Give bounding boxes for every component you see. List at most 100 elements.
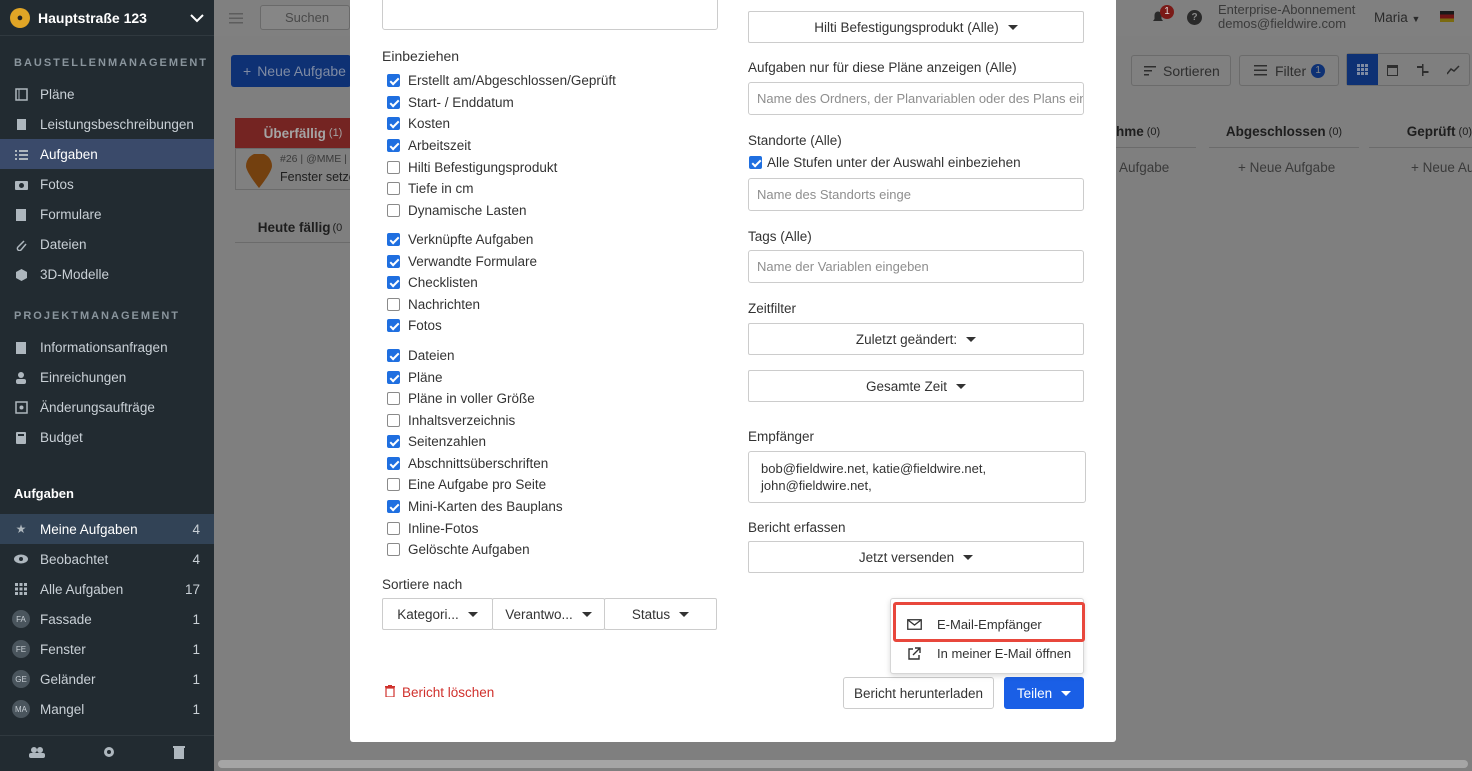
new-task-button[interactable]: + Neue Aufgabe (231, 55, 351, 87)
checkbox-costs[interactable]: Kosten (387, 116, 450, 131)
checkbox[interactable] (387, 276, 400, 289)
horizontal-scrollbar[interactable] (218, 760, 1468, 768)
sort-select-status[interactable]: Status (604, 598, 717, 630)
sidebar-item-category-fassade[interactable]: FA Fassade 1 (0, 604, 214, 634)
sidebar-item-watched[interactable]: Beobachtet 4 (0, 544, 214, 574)
checkbox-one-task-per-page[interactable]: Eine Aufgabe pro Seite (387, 477, 546, 492)
sidebar-item-submittals[interactable]: Einreichungen (0, 362, 214, 392)
user-menu[interactable]: Maria ▼ (1374, 10, 1420, 25)
hilti-product-dropdown[interactable]: Hilti Befestigungsprodukt (Alle) (748, 11, 1084, 43)
checkbox-dynamic-loads[interactable]: Dynamische Lasten (387, 203, 527, 218)
checkbox[interactable] (387, 161, 400, 174)
location-input[interactable]: Name des Standorts einge (748, 178, 1084, 211)
checkbox-mini-maps[interactable]: Mini-Karten des Bauplans (387, 499, 563, 514)
sort-select-assignee[interactable]: Verantwo... (492, 598, 605, 630)
new-task-link[interactable]: Aufgabe (1119, 160, 1169, 175)
calendar-view-icon[interactable] (1378, 54, 1409, 85)
checkbox[interactable] (387, 204, 400, 217)
sidebar-item-rfi[interactable]: Informationsanfragen (0, 332, 214, 362)
sort-button[interactable]: Sortieren (1131, 55, 1231, 86)
checkbox-deleted-tasks[interactable]: Gelöschte Aufgaben (387, 542, 530, 557)
checkbox-plans[interactable]: Pläne (387, 370, 443, 385)
sidebar-item-files[interactable]: Dateien (0, 229, 214, 259)
checkbox[interactable] (387, 349, 400, 362)
checkbox[interactable] (387, 371, 400, 384)
time-filter-type-dropdown[interactable]: Zuletzt geändert: (748, 323, 1084, 355)
menu-item-open-in-email[interactable]: In meiner E-Mail öffnen (891, 639, 1083, 667)
trash-icon[interactable] (173, 745, 186, 762)
checkbox-work-time[interactable]: Arbeitszeit (387, 138, 471, 153)
checkbox[interactable] (387, 117, 400, 130)
sidebar-item-3d-models[interactable]: 3D-Modelle (0, 259, 214, 289)
checkbox[interactable] (387, 543, 400, 556)
settings-gear-icon[interactable] (102, 745, 116, 762)
time-range-dropdown[interactable]: Gesamte Zeit (748, 370, 1084, 402)
checkbox-table-of-contents[interactable]: Inhaltsverzeichnis (387, 413, 515, 428)
checkbox-linked-tasks[interactable]: Verknüpfte Aufgaben (387, 232, 533, 247)
team-icon[interactable] (28, 746, 45, 761)
sidebar-item-plans[interactable]: Pläne (0, 79, 214, 109)
sort-select-category[interactable]: Kategori... (382, 598, 493, 630)
checkbox-files[interactable]: Dateien (387, 348, 455, 363)
checkbox[interactable] (387, 457, 400, 470)
filter-button[interactable]: Filter 1 (1239, 55, 1339, 86)
new-task-link[interactable]: + Neue Aufg (1411, 160, 1472, 175)
checkbox[interactable] (387, 319, 400, 332)
checkbox[interactable] (387, 522, 400, 535)
checkbox[interactable] (387, 74, 400, 87)
checkbox[interactable] (387, 478, 400, 491)
checkbox-start-end-date[interactable]: Start- / Enddatum (387, 95, 514, 110)
sidebar-item-category-mangel[interactable]: MA Mangel 1 (0, 694, 214, 724)
checkbox-photos[interactable]: Fotos (387, 318, 442, 333)
checkbox[interactable] (387, 182, 400, 195)
recipients-textarea[interactable]: bob@fieldwire.net, katie@fieldwire.net, … (748, 451, 1086, 503)
checkbox[interactable] (387, 298, 400, 311)
checkbox[interactable] (387, 500, 400, 513)
checkbox[interactable] (387, 139, 400, 152)
sidebar-item-my-tasks[interactable]: ★ Meine Aufgaben 4 (0, 514, 214, 544)
description-textarea[interactable] (382, 0, 718, 30)
capture-schedule-dropdown[interactable]: Jetzt versenden (748, 541, 1084, 573)
checkbox[interactable] (387, 255, 400, 268)
delete-report-link[interactable]: Bericht löschen (385, 685, 494, 700)
checkbox-messages[interactable]: Nachrichten (387, 297, 480, 312)
checkbox-section-headings[interactable]: Abschnittsüberschriften (387, 456, 548, 471)
hamburger-icon[interactable] (229, 12, 243, 27)
chart-view-icon[interactable] (1439, 54, 1470, 85)
checkbox-checklists[interactable]: Checklisten (387, 275, 478, 290)
sidebar-item-change-orders[interactable]: Änderungsaufträge (0, 392, 214, 422)
grid-view-icon[interactable] (1347, 54, 1378, 85)
gantt-view-icon[interactable] (1408, 54, 1439, 85)
checkbox[interactable] (749, 156, 762, 169)
tags-input[interactable]: Name der Variablen eingeben (748, 250, 1084, 283)
checkbox-hilti-product[interactable]: Hilti Befestigungsprodukt (387, 160, 557, 175)
help-icon[interactable]: ? (1187, 10, 1202, 25)
sidebar-item-budget[interactable]: Budget (0, 422, 214, 452)
search-input[interactable]: Suchen (260, 5, 350, 30)
new-task-link[interactable]: + Neue Aufgabe (1238, 160, 1335, 175)
sidebar-item-forms[interactable]: Formulare (0, 199, 214, 229)
sidebar-item-photos[interactable]: Fotos (0, 169, 214, 199)
share-button[interactable]: Teilen (1004, 677, 1084, 709)
plans-filter-input[interactable]: Name des Ordners, der Planvariablen oder… (748, 82, 1084, 115)
checkbox[interactable] (387, 392, 400, 405)
sidebar-item-tasks[interactable]: Aufgaben (0, 139, 214, 169)
sidebar-item-specs[interactable]: Leistungsbeschreibungen (0, 109, 214, 139)
checkbox[interactable] (387, 233, 400, 246)
sidebar-item-category-gelaender[interactable]: GE Geländer 1 (0, 664, 214, 694)
sidebar-item-all-tasks[interactable]: Alle Aufgaben 17 (0, 574, 214, 604)
download-report-button[interactable]: Bericht herunterladen (843, 677, 994, 709)
checkbox-include-sublevels[interactable]: Alle Stufen unter der Auswahl einbeziehe… (749, 155, 1021, 170)
checkbox[interactable] (387, 414, 400, 427)
checkbox[interactable] (387, 96, 400, 109)
checkbox-depth-cm[interactable]: Tiefe in cm (387, 181, 474, 196)
checkbox[interactable] (387, 435, 400, 448)
checkbox-full-size-plans[interactable]: Pläne in voller Größe (387, 391, 535, 406)
checkbox-created-completed[interactable]: Erstellt am/Abgeschlossen/Geprüft (387, 73, 616, 88)
checkbox-related-forms[interactable]: Verwandte Formulare (387, 254, 537, 269)
sidebar-item-category-fenster[interactable]: FE Fenster 1 (0, 634, 214, 664)
flag-de-icon[interactable] (1440, 11, 1454, 22)
checkbox-inline-photos[interactable]: Inline-Fotos (387, 521, 479, 536)
checkbox-page-numbers[interactable]: Seitenzahlen (387, 434, 486, 449)
project-switcher[interactable]: ● Hauptstraße 123 (0, 0, 214, 36)
